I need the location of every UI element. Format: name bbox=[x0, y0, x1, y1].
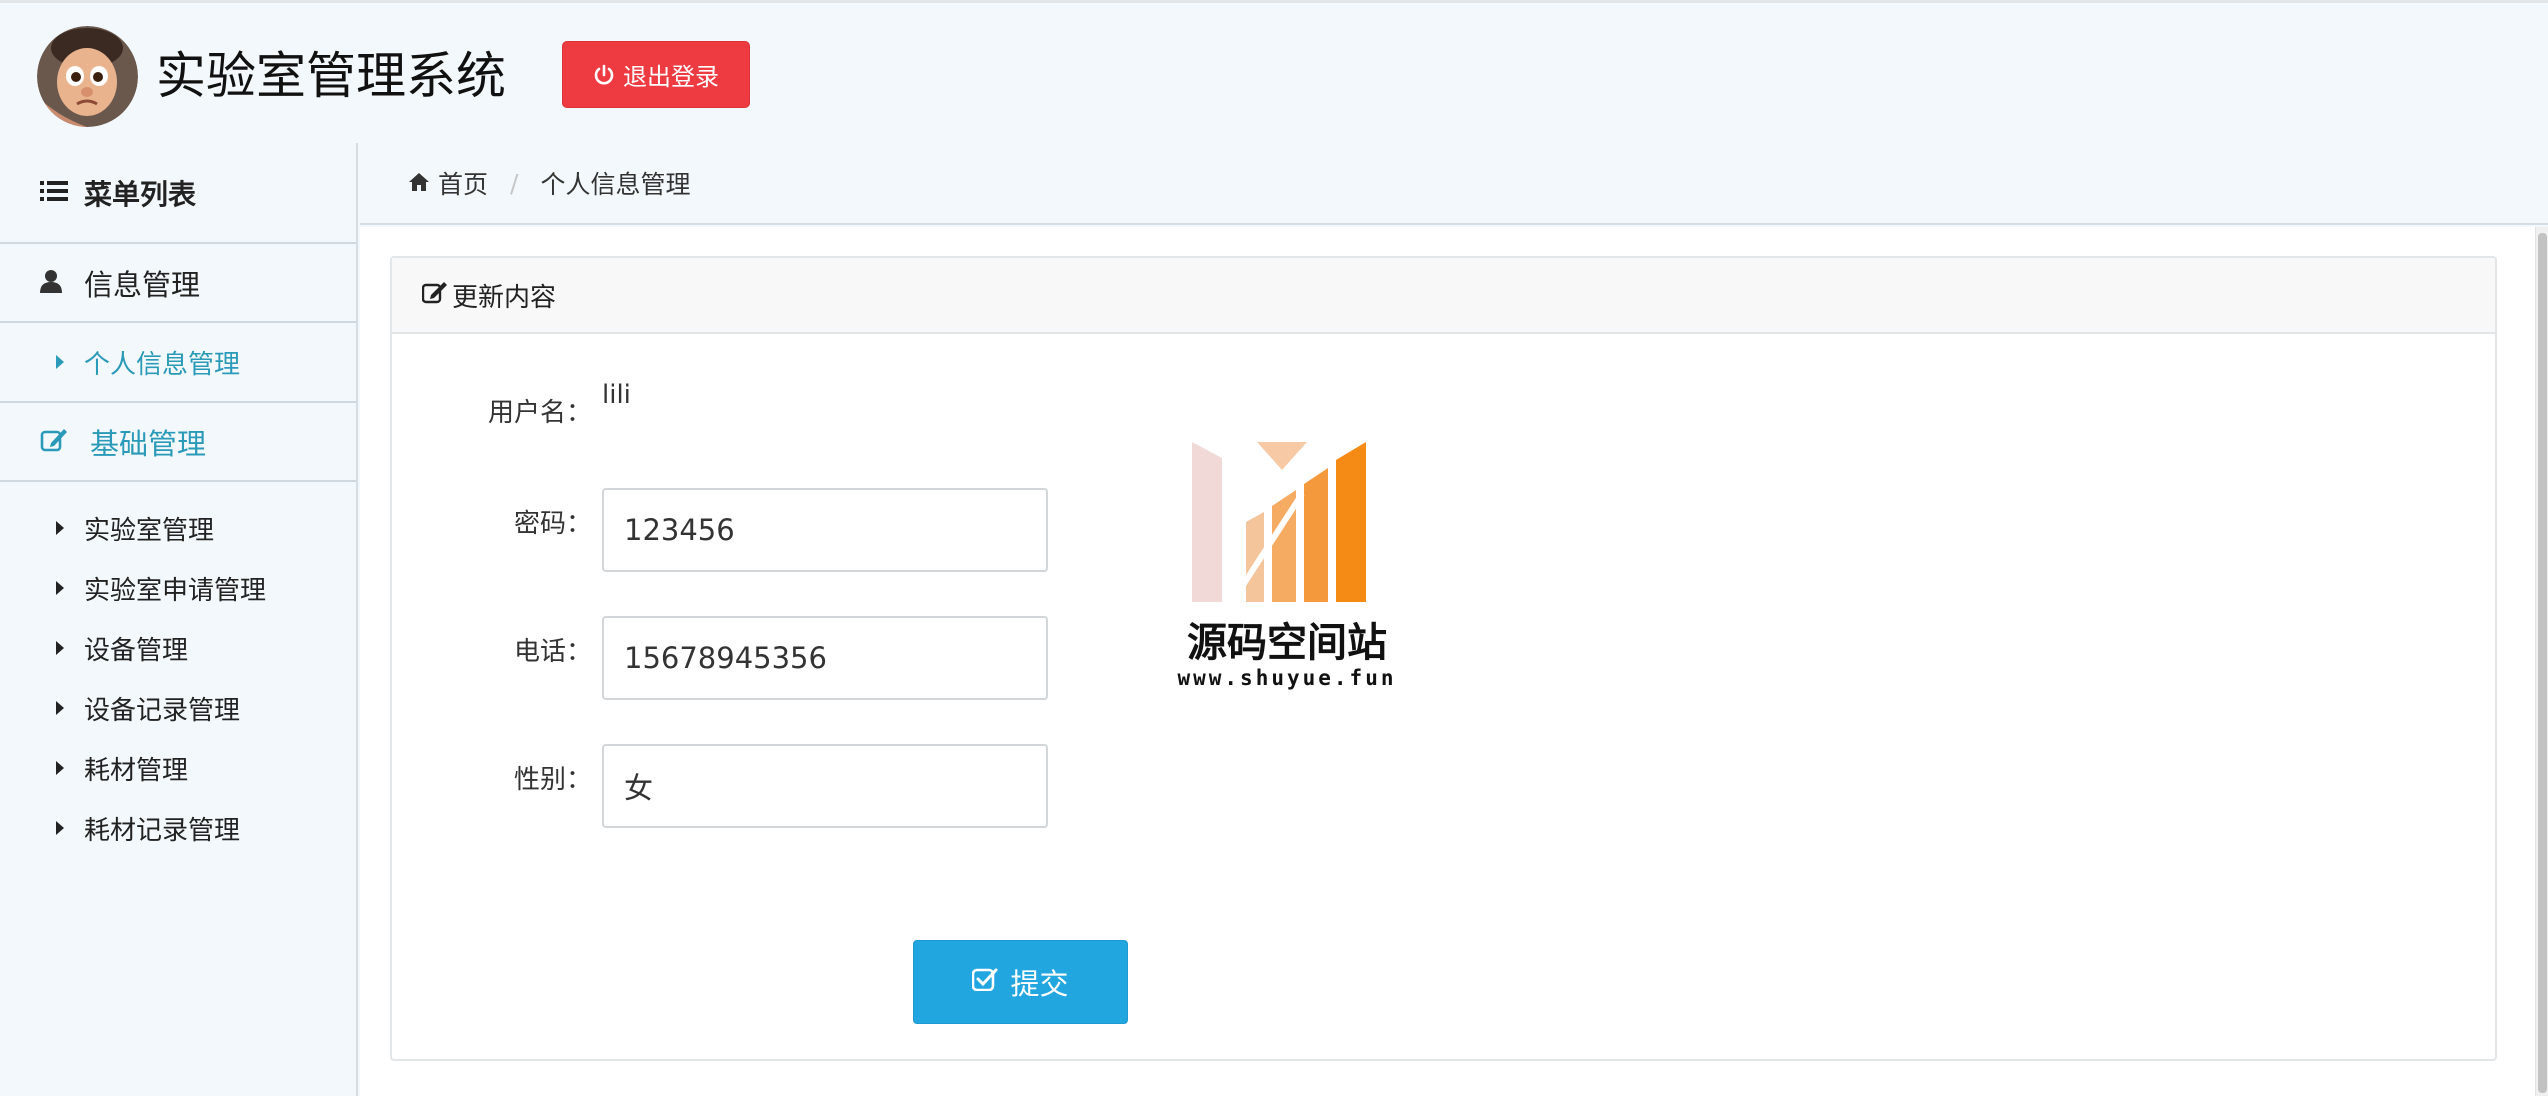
sidebar-item-consumable-records[interactable]: 耗材记录管理 bbox=[0, 798, 356, 858]
phone-input[interactable] bbox=[602, 616, 1048, 700]
gender-label: 性别： bbox=[513, 765, 592, 795]
password-label: 密码： bbox=[513, 509, 592, 539]
edit-icon bbox=[40, 425, 68, 459]
sidebar-item-label: 耗材记录管理 bbox=[84, 815, 241, 846]
breadcrumb-home[interactable]: 首页 bbox=[408, 165, 488, 201]
caret-right-icon bbox=[56, 761, 64, 775]
sidebar-group-label: 信息管理 bbox=[84, 267, 201, 302]
logout-label: 退出登录 bbox=[623, 64, 719, 91]
watermark-title: 源码空间站 bbox=[1187, 620, 1387, 666]
sidebar-item-lab[interactable]: 实验室管理 bbox=[0, 498, 356, 558]
username-label: 用户名： bbox=[487, 398, 592, 428]
sidebar-item-equipment[interactable]: 设备管理 bbox=[0, 618, 356, 678]
sidebar-item-equipment-records[interactable]: 设备记录管理 bbox=[0, 678, 356, 738]
vertical-scrollbar[interactable] bbox=[2535, 227, 2548, 1096]
panel-header: 更新内容 bbox=[392, 258, 2495, 334]
menu-title: 菜单列表 bbox=[84, 177, 197, 211]
breadcrumb-current: 个人信息管理 bbox=[540, 170, 691, 199]
sidebar-item-label: 耗材管理 bbox=[84, 755, 189, 786]
submit-label: 提交 bbox=[1010, 969, 1069, 1001]
sidebar-item-personal-info[interactable]: 个人信息管理 bbox=[0, 323, 356, 403]
app-title: 实验室管理系统 bbox=[156, 47, 506, 105]
sidebar-item-consumables[interactable]: 耗材管理 bbox=[0, 738, 356, 798]
list-icon bbox=[40, 176, 68, 209]
watermark-logo-graphic bbox=[1192, 442, 1366, 622]
power-icon bbox=[593, 64, 615, 86]
caret-right-icon bbox=[56, 581, 64, 595]
sidebar-item-lab-application[interactable]: 实验室申请管理 bbox=[0, 558, 356, 618]
watermark-logo: 源码空间站 www.shuyue.fun bbox=[1172, 402, 1452, 702]
caret-right-icon bbox=[56, 701, 64, 715]
breadcrumb-separator: / bbox=[510, 168, 519, 198]
check-square-icon bbox=[972, 966, 998, 999]
sidebar-group-basic[interactable]: 基础管理 bbox=[0, 403, 356, 482]
top-header: 实验室管理系统 退出登录 bbox=[0, 0, 2548, 143]
watermark-url: www.shuyue.fun bbox=[1177, 666, 1397, 690]
edit-icon bbox=[421, 280, 448, 311]
sidebar: 菜单列表 信息管理 个人信息管理 基础管理 实验室管理 实验室申请管理 设备管理 bbox=[0, 143, 358, 1096]
sidebar-item-label: 设备管理 bbox=[84, 635, 189, 666]
menu-header: 菜单列表 bbox=[0, 143, 356, 244]
update-panel: 更新内容 用户名： lili 密码： 电话： 性别： 提交 bbox=[390, 256, 2497, 1061]
sidebar-group-label: 基础管理 bbox=[90, 426, 207, 461]
avatar bbox=[37, 26, 138, 127]
password-input[interactable] bbox=[602, 488, 1048, 572]
sidebar-group-info[interactable]: 信息管理 bbox=[0, 244, 356, 323]
breadcrumb-home-label: 首页 bbox=[438, 170, 489, 199]
caret-right-icon bbox=[56, 641, 64, 655]
home-icon bbox=[408, 169, 430, 198]
sidebar-item-label: 实验室管理 bbox=[84, 515, 215, 546]
user-icon bbox=[40, 266, 62, 300]
caret-right-icon bbox=[56, 355, 64, 369]
username-value: lili bbox=[602, 380, 631, 410]
caret-right-icon bbox=[56, 521, 64, 535]
breadcrumb: 首页 / 个人信息管理 bbox=[360, 143, 2548, 225]
sidebar-item-label: 设备记录管理 bbox=[84, 695, 241, 726]
main-content: 更新内容 用户名： lili 密码： 电话： 性别： 提交 bbox=[360, 227, 2535, 1096]
logout-button[interactable]: 退出登录 bbox=[562, 41, 750, 108]
panel-title: 更新内容 bbox=[452, 282, 557, 313]
scrollbar-thumb[interactable] bbox=[2538, 233, 2547, 1093]
sidebar-item-label: 实验室申请管理 bbox=[84, 575, 267, 606]
gender-input[interactable] bbox=[602, 744, 1048, 828]
phone-label: 电话： bbox=[513, 637, 592, 667]
submit-button[interactable]: 提交 bbox=[913, 940, 1128, 1024]
caret-right-icon bbox=[56, 821, 64, 835]
sidebar-basic-items: 实验室管理 实验室申请管理 设备管理 设备记录管理 耗材管理 耗材记录管理 bbox=[0, 482, 356, 858]
sidebar-item-label: 个人信息管理 bbox=[84, 349, 241, 380]
